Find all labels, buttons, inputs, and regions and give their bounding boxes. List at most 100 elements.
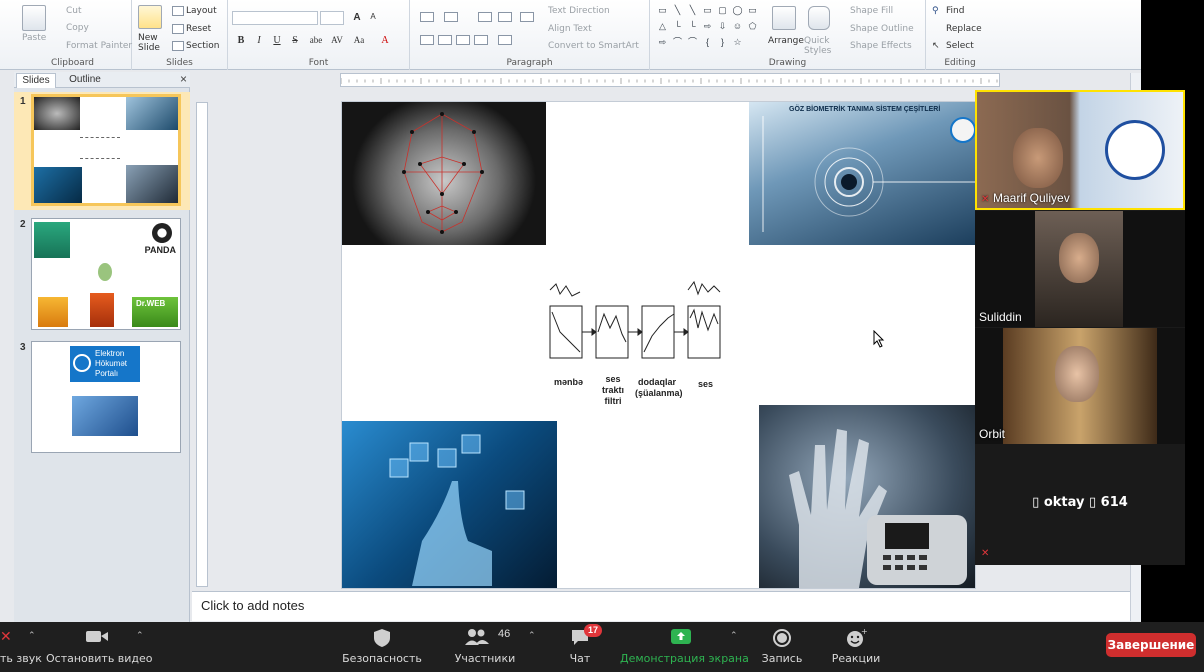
slide-thumbnail-2[interactable]: 2 PANDA Dr.WEB	[14, 215, 190, 333]
editing-group: ⚲ Find Replace ↖ Select Editing	[926, 0, 994, 70]
eye-biometric-image: GÖZ BİOMETRİK TANIMA SİSTEM ÇEŞİTLERİ	[749, 102, 975, 245]
face-recognition-image	[342, 102, 546, 245]
new-slide-icon[interactable]	[138, 5, 162, 29]
line-spacing-icon[interactable]	[520, 12, 534, 22]
replace-button[interactable]: Replace	[946, 24, 982, 34]
tab-slides[interactable]: Slides	[16, 73, 56, 88]
record-button[interactable]: Запись	[758, 622, 806, 672]
participant-name: Suliddin	[979, 310, 1022, 324]
char-spacing-button[interactable]: AV	[328, 35, 346, 45]
arrange-icon[interactable]	[772, 6, 796, 30]
new-slide-button[interactable]: New Slide	[138, 33, 168, 53]
close-panel-icon[interactable]: ×	[180, 72, 187, 86]
share-screen-button[interactable]: Демонстрация экрана	[620, 622, 749, 672]
slide-number: 2	[20, 219, 26, 230]
thumbnail-preview: Elektron Hökumət Portalı	[31, 341, 181, 453]
video-options-caret[interactable]: ⌃	[136, 630, 144, 641]
font-label: Font	[308, 58, 329, 68]
copy-button[interactable]: Copy	[66, 23, 89, 33]
touch-graphic	[389, 434, 525, 586]
clipboard-group: Paste Cut Copy Format Painter Clipboard	[14, 0, 132, 70]
participants-label: Участники	[454, 652, 516, 665]
find-button[interactable]: Find	[946, 6, 964, 16]
participant-tile-2[interactable]: Suliddin	[975, 211, 1185, 327]
convert-smartart-button[interactable]: Convert to SmartArt	[548, 41, 639, 51]
select-icon: ↖	[932, 41, 940, 51]
participant-video	[1003, 328, 1157, 444]
align-left-icon[interactable]	[420, 35, 434, 45]
increase-indent-icon[interactable]	[498, 12, 512, 22]
justify-icon[interactable]	[474, 35, 488, 45]
font-name-combo[interactable]	[232, 11, 318, 25]
drweb-box-thumb: Dr.WEB	[132, 297, 178, 327]
bullets-icon[interactable]	[420, 12, 434, 22]
reset-button[interactable]: Reset	[186, 24, 211, 34]
text-direction-button[interactable]: Text Direction	[548, 6, 610, 16]
shape-fill-button[interactable]: Shape Fill	[850, 6, 893, 16]
grow-font-button[interactable]: A	[350, 12, 364, 23]
end-meeting-button[interactable]: Завершение	[1106, 633, 1196, 657]
touch-image-thumb	[34, 167, 82, 203]
participant-tile-1[interactable]: ✕ Maarif Quliyev	[975, 90, 1185, 210]
shape-outline-button[interactable]: Shape Outline	[850, 24, 914, 34]
reactions-button[interactable]: + Реакции	[830, 622, 882, 672]
bold-button[interactable]: B	[234, 35, 248, 46]
stop-video-button[interactable]: Остановить видео	[46, 622, 153, 672]
cut-button[interactable]: Cut	[66, 6, 82, 16]
font-color-button[interactable]: A	[378, 35, 392, 46]
participants-button[interactable]: 46 Участники	[450, 622, 520, 672]
poster-logo	[1105, 120, 1165, 180]
format-painter-button[interactable]: Format Painter	[66, 41, 132, 51]
emoji-icon: +	[847, 628, 867, 647]
shapes-gallery[interactable]: ▭ ╲ ╲ ▭ ▢ ◯ ▭ △ └ └ ⇨ ⇩ ☺ ⬠ ⇨ ⌒ ⌒{} ☆	[656, 5, 760, 53]
chat-label: Чат	[569, 652, 591, 665]
underline-button[interactable]: U	[270, 35, 284, 46]
participants-options-caret[interactable]: ⌃	[528, 630, 536, 641]
strikethrough-button[interactable]: S	[288, 35, 302, 46]
slide-thumbnail-3[interactable]: 3 Elektron Hökumət Portalı	[14, 338, 190, 456]
paragraph-group: Text Direction Align Text Convert to Sma…	[410, 0, 650, 70]
quick-styles-icon[interactable]	[808, 6, 830, 30]
keyboard-hand-thumb	[72, 396, 138, 436]
share-options-caret[interactable]: ⌃	[730, 630, 738, 641]
shadow-button[interactable]: abe	[306, 35, 326, 45]
align-center-icon[interactable]	[438, 35, 452, 45]
change-case-button[interactable]: Aa	[350, 35, 368, 45]
arrange-button[interactable]: Arrange	[768, 36, 804, 46]
quick-styles-button[interactable]: Quick Styles	[804, 36, 836, 56]
columns-icon[interactable]	[498, 35, 512, 45]
decrease-indent-icon[interactable]	[478, 12, 492, 22]
paste-button[interactable]: Paste	[22, 33, 46, 43]
section-button[interactable]: Section	[186, 41, 219, 51]
participant-name: Orbit	[979, 427, 1006, 441]
align-text-button[interactable]: Align Text	[548, 24, 592, 34]
tab-outline[interactable]: Outline	[62, 73, 108, 88]
numbering-icon[interactable]	[444, 12, 458, 22]
slide-number: 3	[20, 342, 26, 353]
paragraph-label: Paragraph	[506, 58, 553, 68]
slide-thumbnail-1[interactable]: 1	[14, 92, 190, 210]
security-button[interactable]: Безопасность	[340, 622, 424, 672]
notes-pane[interactable]: Click to add notes	[192, 591, 1130, 621]
egov-line-2: Hökumət	[95, 359, 128, 368]
chat-unread-badge: 17	[584, 624, 603, 637]
layout-icon	[172, 6, 184, 16]
participant-tile-4[interactable]: ▯ oktay ▯ 614 ✕	[975, 445, 1185, 565]
chat-button[interactable]: 17 Чат	[560, 622, 603, 672]
paste-icon[interactable]	[22, 5, 46, 31]
participant-video	[1035, 211, 1123, 327]
align-right-icon[interactable]	[456, 35, 470, 45]
drawing-group: ▭ ╲ ╲ ▭ ▢ ◯ ▭ △ └ └ ⇨ ⇩ ☺ ⬠ ⇨ ⌒ ⌒{} ☆ Arrange Quick Sty…	[650, 0, 926, 70]
share-screen-icon	[671, 629, 691, 644]
select-button[interactable]: Select	[946, 41, 974, 51]
shrink-font-button[interactable]: A	[366, 12, 380, 21]
italic-button[interactable]: I	[252, 35, 266, 46]
diagram-label-source: mənbə	[554, 377, 584, 387]
participant-tile-3[interactable]: Orbit	[975, 328, 1185, 444]
shape-effects-button[interactable]: Shape Effects	[850, 41, 912, 51]
font-size-combo[interactable]	[320, 11, 344, 25]
participants-count: 46	[498, 628, 511, 640]
layout-button[interactable]: Layout	[186, 6, 217, 16]
audio-button[interactable]: ✕ ⌃ ть звук	[0, 622, 42, 672]
audio-options-caret[interactable]: ⌃	[28, 630, 36, 641]
